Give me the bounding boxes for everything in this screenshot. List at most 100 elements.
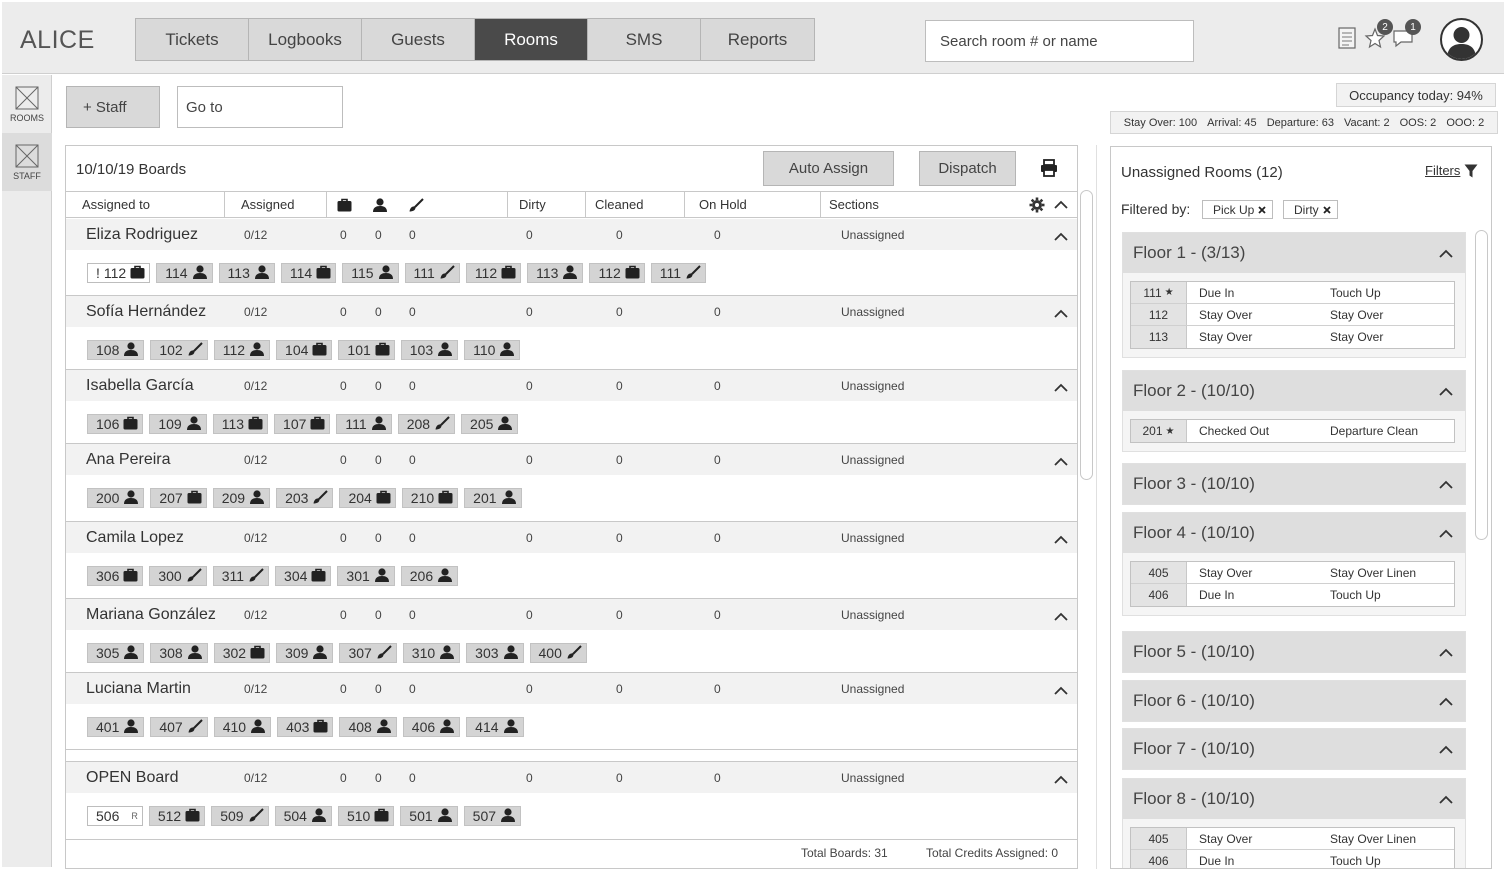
room-chip[interactable]: 512 [148,806,206,826]
chevron-up-icon[interactable] [1054,609,1068,624]
tab-guests[interactable]: Guests [362,19,475,60]
room-chip[interactable]: 104 [276,340,333,360]
section-value[interactable]: Unassigned [841,379,904,393]
room-chip[interactable]: 507 [463,806,522,826]
section-value[interactable]: Unassigned [841,682,904,696]
floor-room-row[interactable]: 405 Stay Over Stay Over Linen [1131,562,1454,584]
chevron-up-icon[interactable] [1439,381,1453,401]
tab-tickets[interactable]: Tickets [136,19,249,60]
room-chip[interactable]: 112 [589,263,645,283]
room-chip[interactable]: 510 [337,806,395,826]
room-chip[interactable]: 107 [274,414,331,434]
room-chip[interactable]: 307 [339,643,397,663]
section-value[interactable]: Unassigned [841,453,904,467]
room-chip[interactable]: 113 [218,263,275,283]
room-chip[interactable]: 504 [274,806,332,826]
staff-name[interactable]: Isabella García [86,377,194,395]
filters-link[interactable]: Filters [1425,163,1478,178]
col-assigned-to[interactable]: Assigned to [66,192,225,217]
floor-header[interactable]: Floor 6 - (10/10) [1123,681,1465,721]
add-staff-button[interactable]: + Staff [66,86,160,128]
close-icon[interactable] [1258,205,1266,214]
col-assigned[interactable]: Assigned [225,192,327,217]
chevron-up-icon[interactable] [1054,772,1068,787]
filter-icon[interactable] [1464,164,1478,178]
floor-room-row[interactable]: 201 ★ Checked Out Departure Clean [1131,420,1454,442]
staff-name[interactable]: Mariana González [86,606,216,624]
tab-rooms[interactable]: Rooms [475,19,588,60]
room-chip[interactable]: 311 [212,566,270,586]
room-chip[interactable]: 111 [650,263,707,283]
room-chip[interactable]: 113 [212,414,269,434]
chevron-up-icon[interactable] [1054,683,1068,698]
room-chip[interactable]: 204 [339,488,396,508]
room-chip[interactable]: 209 [212,488,271,508]
floor-header[interactable]: Floor 2 - (10/10) [1123,371,1465,411]
room-chip[interactable]: 414 [466,717,524,737]
room-chip[interactable]: 112 [213,340,271,360]
room-chip[interactable]: 301 [337,566,395,586]
col-on-hold[interactable]: On Hold [685,192,821,217]
rail-staff[interactable]: STAFF [2,133,52,191]
room-chip[interactable]: 308 [150,643,208,663]
chevron-up-icon[interactable] [1439,243,1453,263]
room-chip[interactable]: 205 [461,414,519,434]
floor-header[interactable]: Floor 3 - (10/10) [1123,464,1465,504]
room-chip[interactable]: 112 [465,263,522,283]
chevron-up-icon[interactable] [1054,200,1068,209]
chevron-up-icon[interactable] [1439,523,1453,543]
room-chip[interactable]: 302 [213,643,271,663]
room-chip[interactable]: 102 [150,340,208,360]
room-chip[interactable]: 114 [280,263,337,283]
auto-assign-button[interactable]: Auto Assign [763,151,894,186]
room-chip[interactable]: 109 [149,414,207,434]
room-chip[interactable]: 300 [149,566,207,586]
room-chip[interactable]: 111 [336,414,392,434]
unassigned-scrollbar[interactable] [1475,230,1488,540]
chevron-up-icon[interactable] [1439,642,1453,662]
search-input[interactable] [925,20,1194,62]
staff-name[interactable]: Sofía Hernández [86,303,206,321]
boards-scrollbar[interactable] [1080,190,1093,480]
room-chip[interactable]: 206 [400,566,459,586]
alerts-icon[interactable]: 2 [1363,19,1393,50]
room-chip[interactable]: 207 [150,488,207,508]
logbook-icon[interactable] [1335,26,1359,50]
messages-icon[interactable]: 1 [1391,19,1421,50]
col-sections-label[interactable]: Sections [829,197,879,212]
room-chip[interactable]: 113 [527,263,584,283]
board-row-header[interactable]: Eliza Rodriguez 0/12 0 0 0 0 0 0 Unassigned [66,219,1077,250]
board-row-header[interactable]: OPEN Board 0/12 0 0 0 0 0 0 Unassigned [66,762,1077,793]
floor-header[interactable]: Floor 1 - (3/13) [1123,233,1465,273]
room-chip[interactable]: 501 [400,806,458,826]
room-chip[interactable]: 304 [275,566,332,586]
staff-name[interactable]: Eliza Rodriguez [86,226,198,244]
staff-name[interactable]: OPEN Board [86,769,178,787]
room-chip[interactable]: 400 [529,643,587,663]
board-row-header[interactable]: Isabella García 0/12 0 0 0 0 0 0 Unassigned [66,370,1077,401]
chevron-up-icon[interactable] [1439,474,1453,494]
board-row-header[interactable]: Ana Pereira 0/12 0 0 0 0 0 0 Unassigned [66,444,1077,475]
chevron-up-icon[interactable] [1054,229,1068,244]
room-chip[interactable]: ! 112 [87,263,151,283]
room-chip[interactable]: 403 [277,717,334,737]
filter-tag-dirty[interactable]: Dirty [1283,200,1338,219]
floor-room-row[interactable]: 113 Stay Over Stay Over [1131,326,1454,348]
rail-rooms[interactable]: ROOMS [2,75,52,133]
room-chip[interactable]: 310 [402,643,461,663]
room-chip[interactable]: 406 [402,717,461,737]
room-chip[interactable]: 203 [276,488,334,508]
room-chip[interactable]: 208 [397,414,456,434]
tab-logbooks[interactable]: Logbooks [249,19,362,60]
room-chip[interactable]: 303 [466,643,524,663]
chevron-up-icon[interactable] [1054,532,1068,547]
user-avatar[interactable] [1440,18,1483,61]
room-chip[interactable]: 106 [87,414,144,434]
chevron-up-icon[interactable] [1054,380,1068,395]
floor-header[interactable]: Floor 5 - (10/10) [1123,632,1465,672]
col-dirty[interactable]: Dirty [508,192,586,217]
section-value[interactable]: Unassigned [841,608,904,622]
tab-reports[interactable]: Reports [701,19,814,60]
chevron-up-icon[interactable] [1439,739,1453,759]
staff-name[interactable]: Camila Lopez [86,529,184,547]
